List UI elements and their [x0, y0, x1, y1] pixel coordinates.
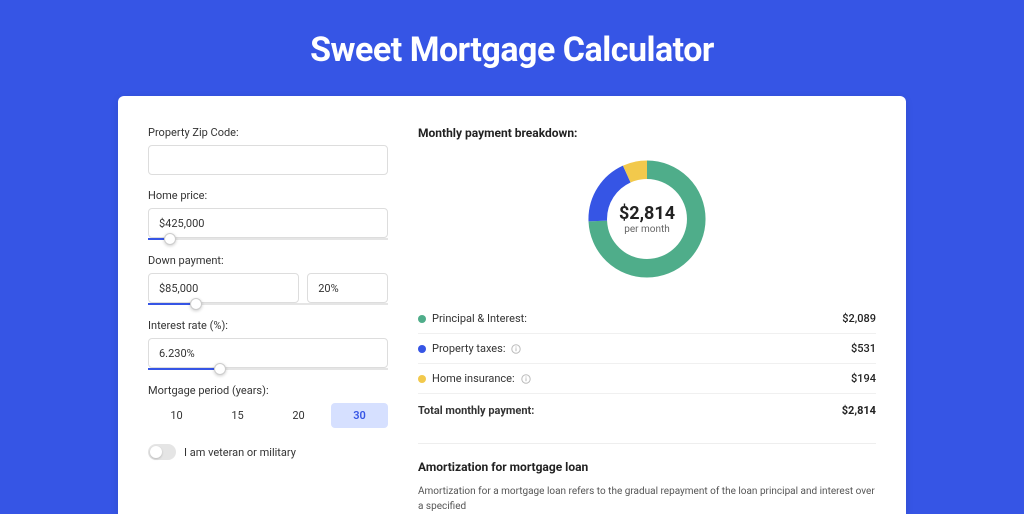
- page-title: Sweet Mortgage Calculator: [0, 0, 1024, 96]
- home-price-field: Home price:: [148, 189, 388, 240]
- legend-label-total: Total monthly payment:: [418, 404, 534, 417]
- interest-rate-input[interactable]: [148, 338, 388, 368]
- legend-row-taxes: Property taxes: $531: [418, 334, 876, 364]
- period-tab-30[interactable]: 30: [331, 403, 388, 428]
- period-label: Mortgage period (years):: [148, 384, 388, 397]
- legend-row-principal: Principal & Interest: $2,089: [418, 304, 876, 334]
- veteran-toggle[interactable]: [148, 444, 176, 460]
- donut-center-sub: per month: [624, 224, 670, 235]
- legend-row-total: Total monthly payment: $2,814: [418, 394, 876, 425]
- toggle-knob: [150, 446, 162, 458]
- legend-label-principal: Principal & Interest:: [432, 312, 527, 325]
- home-price-slider-thumb[interactable]: [164, 233, 176, 245]
- input-column: Property Zip Code: Home price: Down paym…: [148, 126, 388, 514]
- down-payment-slider[interactable]: [148, 303, 388, 305]
- amortization-text: Amortization for a mortgage loan refers …: [418, 484, 876, 514]
- legend-dot-taxes: [418, 345, 426, 353]
- legend-value-taxes: $531: [851, 342, 876, 355]
- home-price-slider[interactable]: [148, 238, 388, 240]
- home-price-label: Home price:: [148, 189, 388, 202]
- breakdown-title: Monthly payment breakdown:: [418, 126, 876, 140]
- amortization-section: Amortization for mortgage loan Amortizat…: [418, 443, 876, 514]
- donut-center-value: $2,814: [619, 203, 675, 224]
- info-icon[interactable]: [511, 344, 521, 354]
- info-icon[interactable]: [521, 374, 531, 384]
- calculator-card: Property Zip Code: Home price: Down paym…: [118, 96, 906, 514]
- legend-value-insurance: $194: [851, 372, 876, 385]
- veteran-label: I am veteran or military: [184, 446, 296, 459]
- donut-chart: $2,814 per month: [582, 154, 712, 284]
- legend-value-total: $2,814: [842, 404, 876, 417]
- legend-row-insurance: Home insurance: $194: [418, 364, 876, 394]
- period-tabs: 10 15 20 30: [148, 403, 388, 428]
- donut-wrap: $2,814 per month: [418, 154, 876, 284]
- period-tab-15[interactable]: 15: [209, 403, 266, 428]
- legend-dot-principal: [418, 315, 426, 323]
- period-tab-20[interactable]: 20: [270, 403, 327, 428]
- period-tab-10[interactable]: 10: [148, 403, 205, 428]
- legend-dot-insurance: [418, 375, 426, 383]
- legend-label-insurance: Home insurance:: [432, 372, 515, 385]
- down-payment-field: Down payment:: [148, 254, 388, 305]
- amortization-title: Amortization for mortgage loan: [418, 460, 876, 474]
- interest-rate-label: Interest rate (%):: [148, 319, 388, 332]
- zip-label: Property Zip Code:: [148, 126, 388, 139]
- legend-value-principal: $2,089: [842, 312, 876, 325]
- interest-rate-slider-thumb[interactable]: [214, 363, 226, 375]
- down-payment-slider-thumb[interactable]: [190, 298, 202, 310]
- veteran-row: I am veteran or military: [148, 444, 388, 460]
- down-payment-label: Down payment:: [148, 254, 388, 267]
- zip-field: Property Zip Code:: [148, 126, 388, 175]
- legend-label-taxes: Property taxes:: [432, 342, 505, 355]
- down-payment-pct-input[interactable]: [307, 273, 388, 303]
- interest-rate-slider[interactable]: [148, 368, 388, 370]
- home-price-input[interactable]: [148, 208, 388, 238]
- interest-rate-field: Interest rate (%):: [148, 319, 388, 370]
- zip-input[interactable]: [148, 145, 388, 175]
- period-field: Mortgage period (years): 10 15 20 30: [148, 384, 388, 428]
- breakdown-column: Monthly payment breakdown: $2,814 per mo…: [418, 126, 876, 514]
- down-payment-amount-input[interactable]: [148, 273, 299, 303]
